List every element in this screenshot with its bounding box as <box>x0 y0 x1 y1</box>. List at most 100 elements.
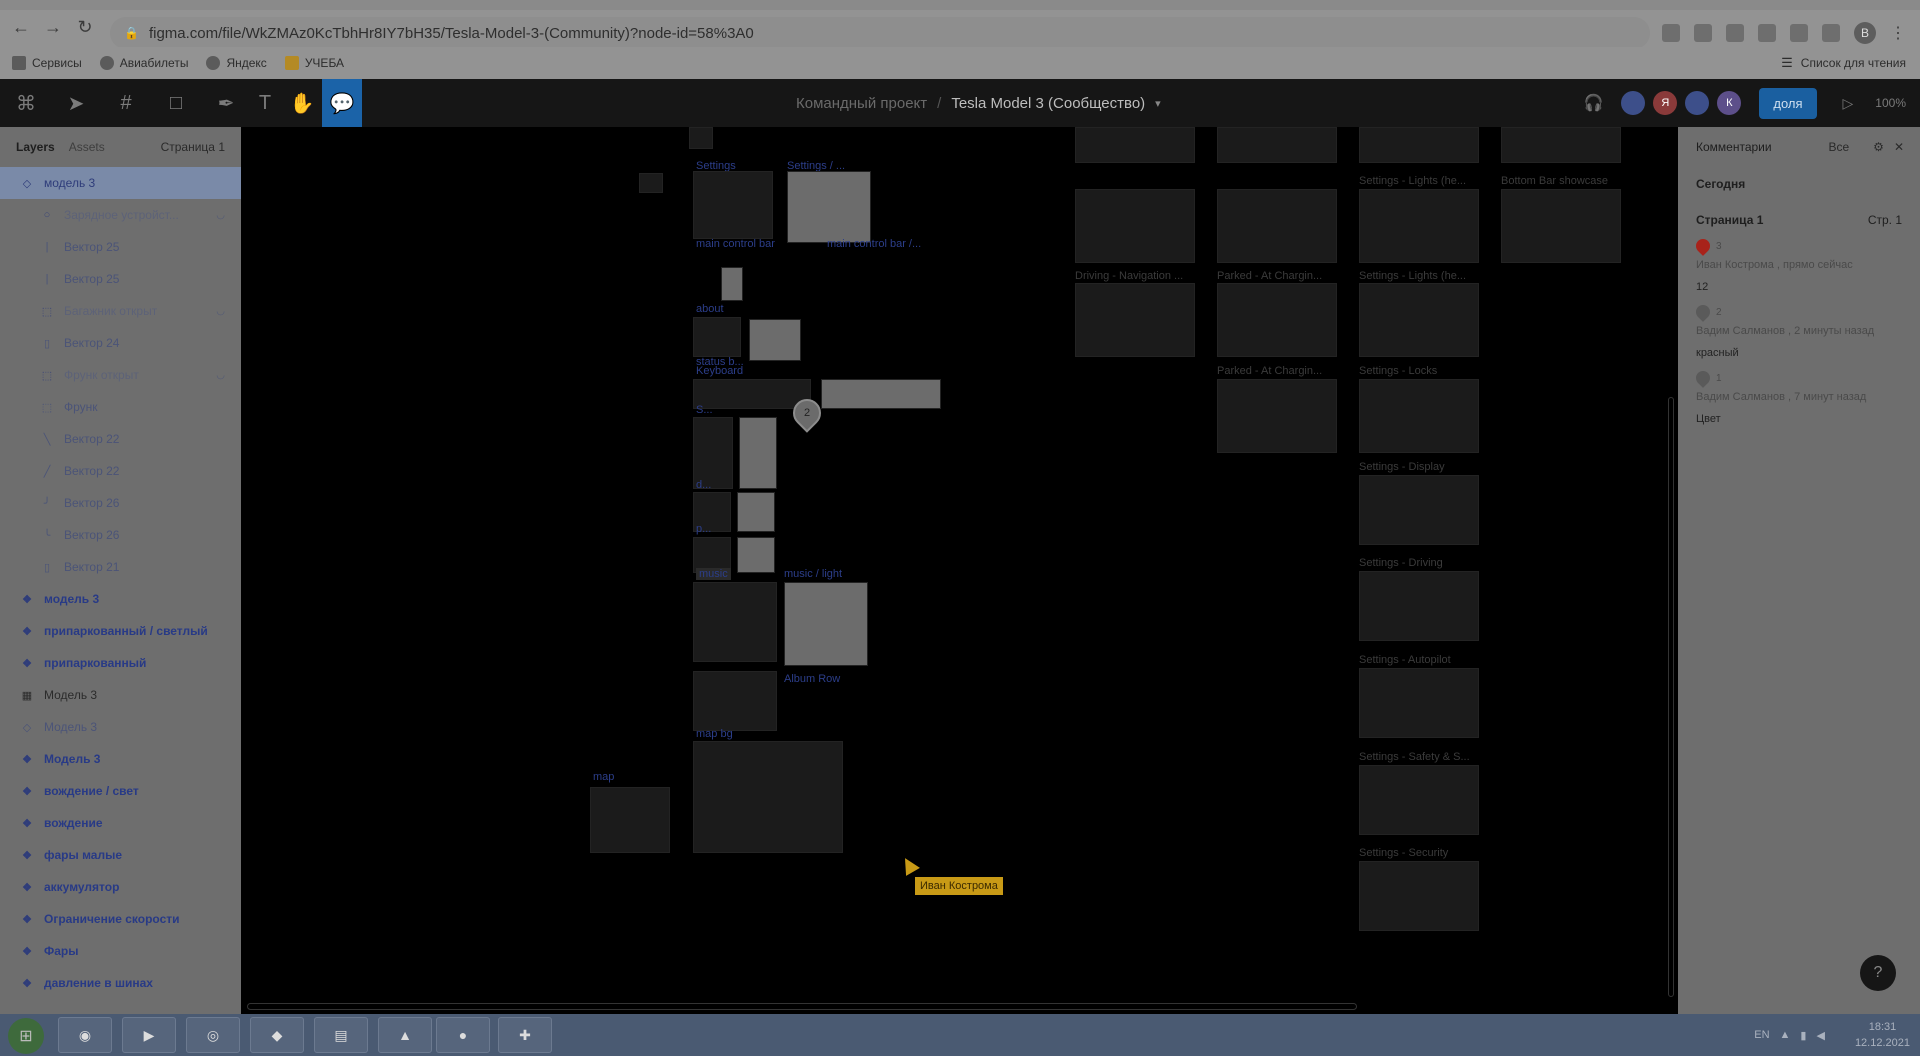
layer-row[interactable]: ❖ Ограничение скорости <box>0 903 241 935</box>
canvas-frame[interactable] <box>1359 765 1479 835</box>
frame-label[interactable]: map <box>593 771 614 783</box>
translate-icon[interactable] <box>1662 24 1680 42</box>
frame-label[interactable]: Settings - Security <box>1359 847 1448 859</box>
comment-item[interactable]: 3 Иван Кострома , прямо сейчас 12 <box>1678 233 1920 299</box>
canvas-frame[interactable] <box>1217 283 1337 357</box>
frame-label[interactable]: music / light <box>784 568 842 580</box>
layer-row[interactable]: ❖ Модель 3 <box>0 743 241 775</box>
canvas-frame[interactable] <box>737 492 775 532</box>
frame-label[interactable]: Driving - Navigation ... <box>1075 270 1183 282</box>
hidden-eye-icon[interactable]: ◡ <box>216 370 225 381</box>
close-icon[interactable]: ✕ <box>1894 140 1904 154</box>
reload-icon[interactable]: ↻ <box>70 12 100 42</box>
reading-list-button[interactable]: ☰ Список для чтения <box>1781 47 1906 79</box>
extension-icon[interactable] <box>1790 24 1808 42</box>
frame-label[interactable]: p... <box>696 523 711 535</box>
frame-label[interactable]: about <box>696 303 724 315</box>
back-icon[interactable]: ← <box>6 12 36 42</box>
canvas-frame[interactable] <box>1359 861 1479 931</box>
canvas-frame[interactable] <box>590 787 670 853</box>
canvas-frame[interactable] <box>784 582 868 666</box>
canvas[interactable]: Settings Settings / ... main control bar… <box>241 127 1678 1014</box>
canvas-frame[interactable] <box>689 127 713 149</box>
canvas-frame[interactable] <box>693 171 773 239</box>
shape-tool-icon[interactable]: □ <box>156 79 196 127</box>
bookmark-services[interactable]: Сервисы <box>12 56 82 70</box>
layer-row[interactable]: ❖ вождение <box>0 807 241 839</box>
canvas-frame[interactable] <box>693 671 777 731</box>
star-icon[interactable] <box>1726 24 1744 42</box>
frame-label[interactable]: Bottom Bar showcase <box>1501 175 1608 187</box>
canvas-frame[interactable] <box>1217 189 1337 263</box>
main-menu-icon[interactable]: ⌘ <box>8 79 44 127</box>
frame-tool-icon[interactable]: # <box>106 79 146 127</box>
layer-row[interactable]: ❖ припаркованный / светлый <box>0 615 241 647</box>
canvas-frame[interactable] <box>739 417 777 489</box>
menu-kebab-icon[interactable]: ⋮ <box>1890 23 1906 43</box>
layer-row[interactable]: ❖ аккумулятор <box>0 871 241 903</box>
page-selector[interactable]: Страница 1 <box>161 140 225 154</box>
canvas-frame[interactable] <box>693 317 741 357</box>
layer-row[interactable]: ▯ Вектор 21 <box>0 551 241 583</box>
help-button[interactable]: ? <box>1860 955 1896 991</box>
frame-label[interactable]: d... <box>696 479 711 491</box>
hidden-eye-icon[interactable]: ◡ <box>216 306 225 317</box>
layer-row[interactable]: ⬚ Фрунк <box>0 391 241 423</box>
layer-row[interactable]: ▦ Модель 3 <box>0 679 241 711</box>
layer-row[interactable]: ❖ фары малые <box>0 839 241 871</box>
avatar[interactable] <box>1621 91 1646 115</box>
browser-tab-strip[interactable] <box>0 0 1920 10</box>
frame-label[interactable]: main control bar <box>696 238 775 250</box>
canvas-frame[interactable] <box>1359 127 1479 163</box>
layer-row[interactable]: | Вектор 25 <box>0 231 241 263</box>
hidden-eye-icon[interactable]: ◡ <box>216 210 225 221</box>
avatar[interactable] <box>1685 91 1710 115</box>
puzzle-icon[interactable] <box>1822 24 1840 42</box>
start-button[interactable]: ⊞ <box>8 1018 44 1054</box>
canvas-frame[interactable] <box>1359 475 1479 545</box>
hand-tool-icon[interactable]: ✋ <box>286 79 318 127</box>
pen-tool-icon[interactable]: ✒ <box>206 79 246 127</box>
canvas-frame[interactable] <box>1075 127 1195 163</box>
frame-label[interactable]: main control bar /... <box>827 238 921 250</box>
comment-tool-icon[interactable]: 💬 <box>322 79 362 127</box>
frame-label[interactable]: Keyboard <box>696 365 743 377</box>
layer-row[interactable]: ╰ Вектор 26 <box>0 519 241 551</box>
comment-item[interactable]: 2 Вадим Салманов , 2 минуты назад красный <box>1678 299 1920 365</box>
share-button[interactable]: доля <box>1759 87 1817 119</box>
canvas-frame[interactable] <box>693 582 777 662</box>
layer-row[interactable]: ⬚ Фрунк открыт ◡ <box>0 359 241 391</box>
layer-row[interactable]: ◇ модель 3 <box>0 167 241 199</box>
bookmark-yandex[interactable]: Яндекс <box>206 56 267 70</box>
vertical-scrollbar[interactable] <box>1668 397 1674 997</box>
bookmark-flights[interactable]: Авиабилеты <box>99 56 188 70</box>
chevron-down-icon[interactable]: ▾ <box>1155 97 1161 110</box>
taskbar-app-media[interactable]: ▶ <box>122 1017 176 1053</box>
layer-row[interactable]: ⬚ Багажник открыт ◡ <box>0 295 241 327</box>
horizontal-scrollbar[interactable] <box>247 1003 1357 1010</box>
clock[interactable]: 18:31 12.12.2021 <box>1855 1019 1910 1051</box>
frame-label[interactable]: Settings - Lights (he... <box>1359 270 1466 282</box>
avatar[interactable]: Я <box>1653 91 1678 115</box>
canvas-frame[interactable] <box>1501 189 1621 263</box>
frame-label[interactable]: Parked - At Chargin... <box>1217 365 1322 377</box>
canvas-frame[interactable] <box>1359 668 1479 738</box>
taskbar-app-vscode[interactable]: ◆ <box>250 1017 304 1053</box>
layer-row[interactable]: ◇ Модель 3 <box>0 711 241 743</box>
canvas-frame[interactable] <box>1075 283 1195 357</box>
play-icon[interactable]: ▷ <box>1843 95 1854 112</box>
canvas-frame[interactable] <box>693 741 843 853</box>
frame-label[interactable]: Album Row <box>784 673 840 685</box>
canvas-frame[interactable] <box>1359 283 1479 357</box>
text-tool-icon[interactable]: T <box>250 79 280 127</box>
layer-row[interactable]: ❖ модель 3 <box>0 583 241 615</box>
headphones-icon[interactable]: 🎧 <box>1583 93 1603 113</box>
volume-icon[interactable]: ◀ <box>1816 1029 1824 1042</box>
comments-filter[interactable]: Все <box>1828 140 1849 154</box>
taskbar-app-pdf[interactable]: ▲ <box>378 1017 432 1053</box>
file-name[interactable]: Tesla Model 3 (Сообщество) <box>951 95 1145 112</box>
document-title[interactable]: Командный проект / Tesla Model 3 (Сообще… <box>796 79 1161 127</box>
zoom-level[interactable]: 100% <box>1875 96 1906 110</box>
share-icon[interactable] <box>1694 24 1712 42</box>
canvas-frame[interactable] <box>821 379 941 409</box>
